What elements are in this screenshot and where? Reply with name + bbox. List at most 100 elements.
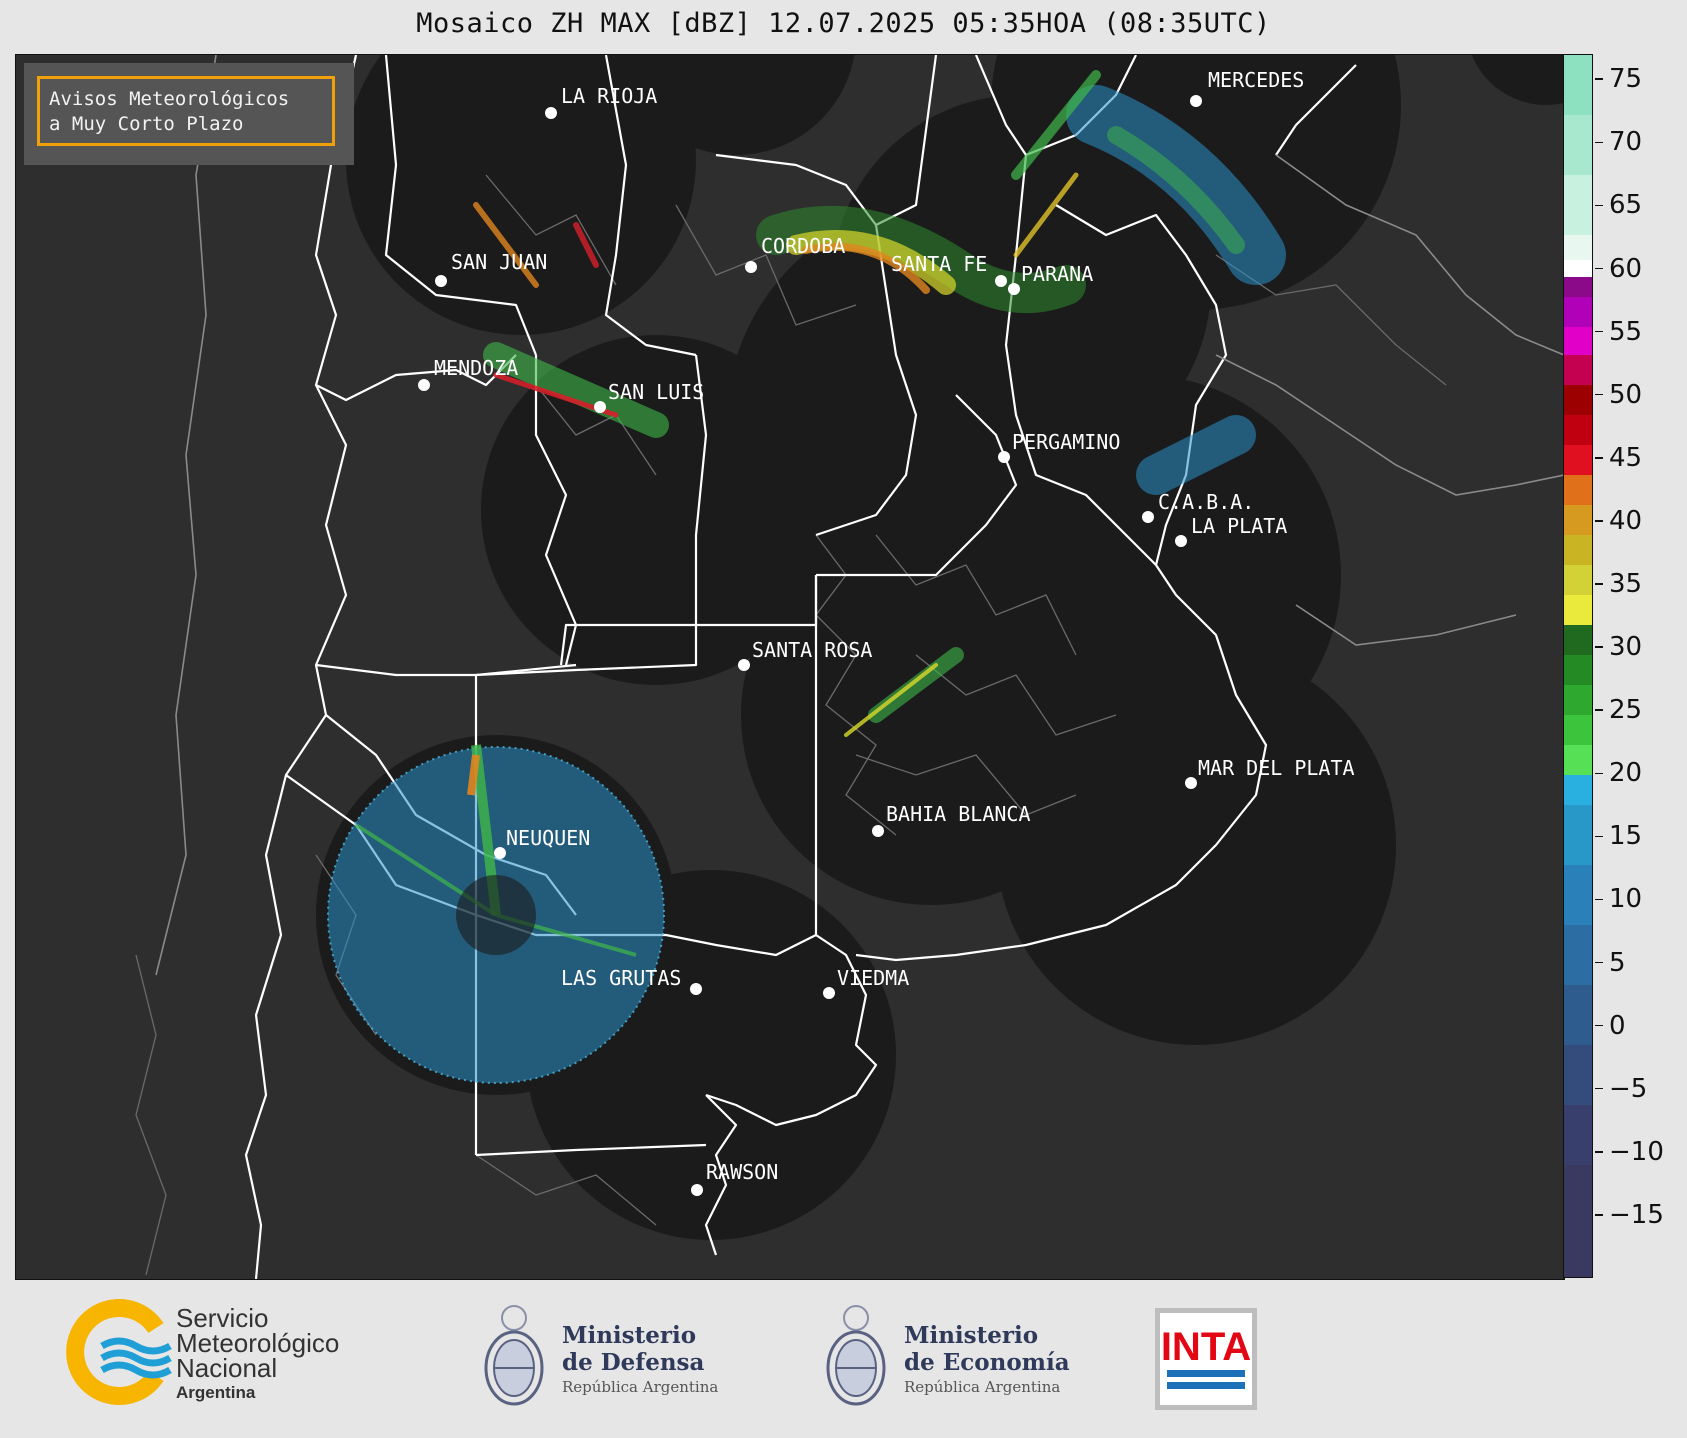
tick-mark [1595, 772, 1603, 774]
smn-name: Servicio Meteorológico Nacional Argentin… [176, 1303, 340, 1402]
smn-emblem-icon [66, 1299, 172, 1405]
tick-label: 35 [1609, 568, 1643, 599]
svg-text:LAS GRUTAS: LAS GRUTAS [561, 966, 681, 990]
tick-mark [1595, 646, 1603, 648]
colorbar [1563, 54, 1593, 1278]
coat-of-arms-icon [484, 1305, 544, 1406]
colorbar-ticks: 75 70 65 60 55 50 45 40 35 30 25 20 15 10 5 0 −5 −10 −15 [1595, 54, 1687, 1278]
svg-text:CORDOBA: CORDOBA [761, 234, 845, 258]
svg-text:PERGAMINO: PERGAMINO [1012, 430, 1120, 454]
svg-text:NEUQUEN: NEUQUEN [506, 826, 590, 850]
tick-mark [1595, 457, 1603, 459]
svg-text:PARANA: PARANA [1021, 262, 1093, 286]
colorbar-tick: 5 [1595, 947, 1626, 978]
tick-mark [1595, 583, 1603, 585]
defensa-name: Ministerio de Defensa República Argentin… [562, 1322, 719, 1396]
colorbar-tick: −15 [1595, 1199, 1664, 1230]
map-canvas: LA RIOJA MERCEDES SAN JUAN CORDOBA SANTA… [135, 55, 1564, 1279]
coat-of-arms-icon [826, 1305, 886, 1406]
svg-text:INTA: INTA [1161, 1325, 1251, 1369]
tick-label: 40 [1609, 505, 1643, 536]
page-title: Mosaico ZH MAX [dBZ] 12.07.2025 05:35HOA… [416, 8, 1271, 39]
inta-logo[interactable]: INTA [1155, 1308, 1257, 1410]
tick-label: 70 [1609, 127, 1643, 158]
colorbar-tick: 55 [1595, 316, 1643, 347]
tick-label: −10 [1609, 1136, 1664, 1167]
colorbar-tick: 65 [1595, 190, 1643, 221]
neuquen-radar-echo [327, 744, 665, 1084]
footer-logos: Servicio Meteorológico Nacional Argentin… [0, 1280, 1687, 1438]
tick-mark [1595, 330, 1603, 333]
economia-logo[interactable]: Ministerio de Economía República Argenti… [820, 1300, 1080, 1420]
tick-mark [1595, 709, 1603, 711]
tick-mark [1595, 520, 1603, 522]
tick-label: 0 [1609, 1010, 1626, 1041]
colorbar-tick: 50 [1595, 379, 1643, 410]
tick-label: 45 [1609, 442, 1643, 473]
colorbar-tick: 40 [1595, 505, 1643, 536]
svg-text:C.A.B.A.: C.A.B.A. [1158, 490, 1254, 514]
tick-label: −5 [1609, 1073, 1648, 1104]
svg-text:RAWSON: RAWSON [706, 1160, 778, 1184]
tick-label: 65 [1609, 190, 1643, 221]
notice-line-2: a Muy Corto Plazo [49, 113, 244, 135]
notice-line-1: Avisos Meteorológicos [49, 88, 290, 110]
svg-text:SAN JUAN: SAN JUAN [451, 250, 547, 274]
tick-mark [1595, 961, 1603, 964]
tick-mark [1595, 1151, 1603, 1153]
svg-text:LA RIOJA: LA RIOJA [561, 84, 657, 108]
colorbar-tick: 20 [1595, 758, 1643, 789]
defensa-logo[interactable]: Ministerio de Defensa República Argentin… [478, 1300, 728, 1420]
tick-label: 50 [1609, 379, 1643, 410]
city-mendoza: MENDOZA [418, 356, 518, 391]
tick-label: 20 [1609, 758, 1643, 789]
colorbar-tick: 75 [1595, 64, 1643, 95]
colorbar-tick: 70 [1595, 127, 1643, 158]
tick-mark [1595, 1087, 1603, 1090]
colorbar-tick: 10 [1595, 884, 1643, 915]
tick-label: 25 [1609, 695, 1643, 726]
tick-label: 15 [1609, 821, 1643, 852]
svg-text:MENDOZA: MENDOZA [434, 356, 518, 380]
inta-emblem-icon: INTA [1155, 1308, 1257, 1410]
colorbar-tick: 0 [1595, 1010, 1626, 1041]
economia-name: Ministerio de Economía República Argenti… [904, 1322, 1070, 1396]
svg-text:VIEDMA: VIEDMA [837, 966, 909, 990]
tick-mark [1595, 835, 1603, 838]
svg-text:BAHIA BLANCA: BAHIA BLANCA [886, 802, 1031, 826]
tick-label: −15 [1609, 1199, 1664, 1230]
tick-label: 75 [1609, 64, 1643, 95]
notice-box[interactable]: Avisos Meteorológicos a Muy Corto Plazo [37, 76, 335, 146]
tick-mark [1595, 1214, 1603, 1216]
smn-logo[interactable]: Servicio Meteorológico Nacional Argentin… [64, 1280, 384, 1420]
svg-text:MERCEDES: MERCEDES [1208, 68, 1304, 92]
tick-label: 60 [1609, 253, 1643, 284]
tick-mark [1595, 141, 1603, 144]
svg-text:SANTA FE: SANTA FE [891, 252, 987, 276]
colorbar-gradient [1564, 55, 1592, 1277]
colorbar-tick: 60 [1595, 253, 1643, 284]
colorbar-tick: −10 [1595, 1136, 1664, 1167]
svg-text:LA PLATA: LA PLATA [1191, 514, 1287, 538]
tick-mark [1595, 1024, 1603, 1027]
colorbar-tick: 25 [1595, 695, 1643, 726]
radar-map[interactable]: LA RIOJA MERCEDES SAN JUAN CORDOBA SANTA… [15, 54, 1565, 1280]
notice-panel: Avisos Meteorológicos a Muy Corto Plazo [24, 63, 354, 165]
svg-text:SAN LUIS: SAN LUIS [608, 380, 704, 404]
colorbar-tick: 30 [1595, 632, 1643, 663]
tick-mark [1595, 393, 1603, 396]
tick-label: 30 [1609, 632, 1643, 663]
tick-label: 55 [1609, 316, 1643, 347]
colorbar-tick: 35 [1595, 568, 1643, 599]
tick-mark [1595, 898, 1603, 901]
colorbar-tick: −5 [1595, 1073, 1648, 1104]
tick-label: 10 [1609, 884, 1643, 915]
svg-text:SANTA ROSA: SANTA ROSA [752, 638, 872, 662]
tick-label: 5 [1609, 947, 1626, 978]
colorbar-tick: 15 [1595, 821, 1643, 852]
tick-mark [1595, 78, 1603, 80]
tick-mark [1595, 267, 1603, 270]
tick-mark [1595, 204, 1603, 207]
svg-text:MAR DEL PLATA: MAR DEL PLATA [1198, 756, 1355, 780]
colorbar-tick: 45 [1595, 442, 1643, 473]
